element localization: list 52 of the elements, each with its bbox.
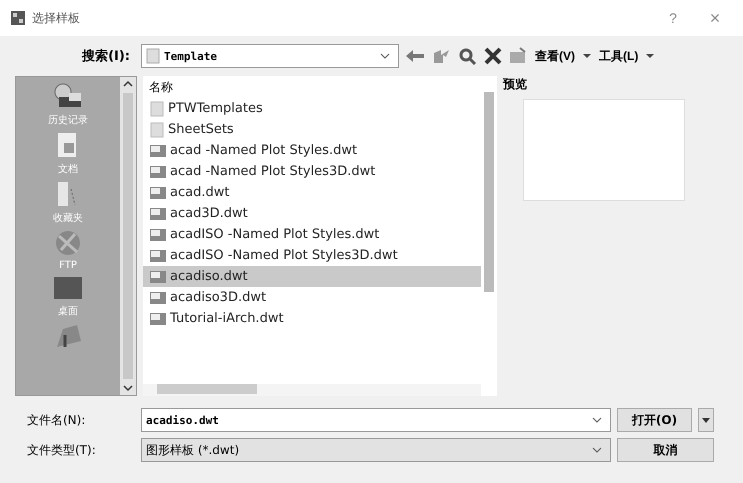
scrollbar[interactable]	[120, 77, 136, 395]
file-row[interactable]: acad3D.dwt	[143, 203, 481, 224]
filetype-dropdown[interactable]: 图形样板 (*.dwt)	[141, 438, 611, 462]
file-row[interactable]: acadiso.dwt	[143, 266, 481, 287]
new-folder-icon[interactable]	[508, 47, 528, 65]
help-button[interactable]: ?	[655, 9, 691, 27]
file-row[interactable]: Tutorial-iArch.dwt	[143, 308, 481, 329]
file-row[interactable]: acadISO -Named Plot Styles3D.dwt	[143, 245, 481, 266]
file-row[interactable]: acad -Named Plot Styles3D.dwt	[143, 161, 481, 182]
chevron-down-icon	[592, 417, 602, 423]
template-file-icon	[149, 164, 167, 180]
search-icon[interactable]	[458, 47, 478, 65]
caret-icon[interactable]	[582, 53, 592, 59]
template-file-icon	[149, 268, 167, 284]
open-options-button[interactable]	[698, 408, 714, 432]
tools-menu[interactable]: 工具(L)	[597, 48, 640, 64]
app-icon	[10, 10, 26, 26]
delete-icon[interactable]	[483, 47, 503, 65]
filename-label: 文件名(N):	[26, 412, 86, 428]
file-row[interactable]: acad.dwt	[143, 182, 481, 203]
template-file-icon	[149, 142, 167, 158]
file-row[interactable]: acad -Named Plot Styles.dwt	[143, 140, 481, 161]
caret-icon[interactable]	[645, 53, 656, 59]
chevron-up-icon[interactable]	[123, 80, 133, 88]
template-file-icon	[149, 184, 167, 200]
chevron-down-icon	[592, 447, 602, 453]
view-menu[interactable]: 查看(V)	[533, 48, 577, 64]
filetype-label: 文件类型(T):	[26, 442, 97, 458]
close-button[interactable]: ×	[697, 6, 733, 30]
preview-label: 预览	[503, 76, 528, 93]
file-row[interactable]: PTWTemplates	[143, 98, 481, 119]
filename-field[interactable]: acadiso.dwt	[141, 408, 611, 432]
cancel-button[interactable]: 取消	[617, 438, 714, 462]
open-button[interactable]: 打开(O)	[617, 408, 692, 432]
template-file-icon	[149, 310, 167, 326]
column-header[interactable]: 名称	[143, 76, 481, 98]
desktop-icon[interactable]	[51, 274, 85, 302]
template-file-icon	[149, 290, 167, 306]
horizontal-scrollbar[interactable]	[143, 384, 481, 396]
template-file-icon	[149, 206, 167, 222]
template-file-icon	[149, 226, 167, 242]
chevron-down-icon	[380, 53, 390, 59]
search-label: 搜索(I):	[80, 48, 131, 65]
window-title: 选择样板	[32, 10, 80, 26]
file-row[interactable]: acadISO -Named Plot Styles.dwt	[143, 224, 481, 245]
chevron-down-icon[interactable]	[123, 384, 133, 392]
caret-icon	[702, 418, 710, 422]
template-file-icon	[149, 248, 167, 264]
file-row[interactable]: acadiso3D.dwt	[143, 287, 481, 308]
location-dropdown[interactable]: Template	[141, 44, 399, 68]
back-arrow-icon[interactable]	[404, 47, 426, 65]
file-row[interactable]: SheetSets	[143, 119, 481, 140]
